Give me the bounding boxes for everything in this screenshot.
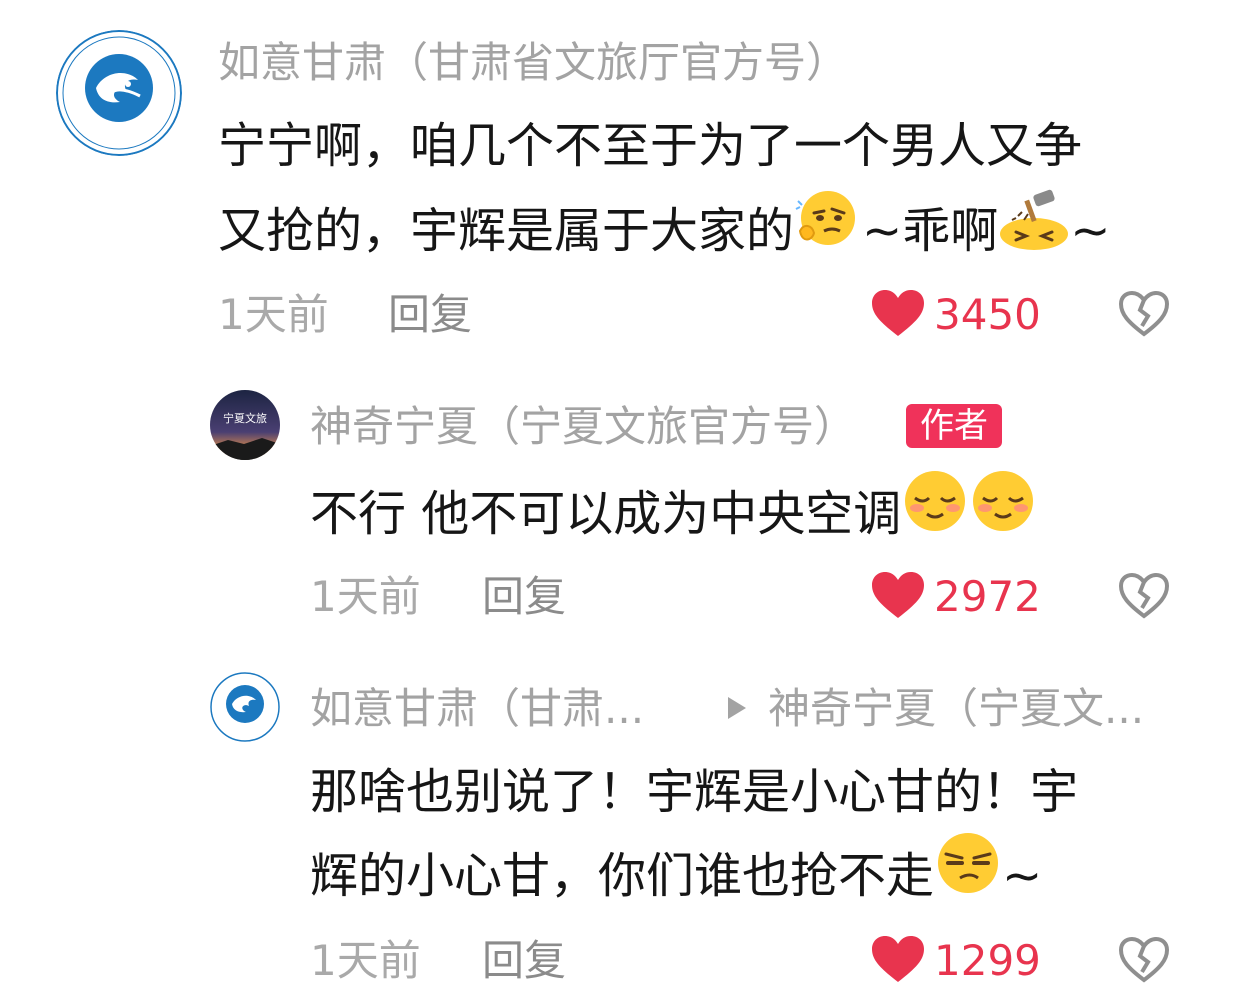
comment-text: 辉的小心甘，你们谁也抢不走 ~	[310, 833, 1043, 924]
comment-text: 宁宁啊，咱几个不至于为了一个男人又争	[218, 106, 1082, 186]
reply-button[interactable]: 回复	[482, 576, 566, 618]
reply-to-author[interactable]: 神奇宁夏（宁夏文...	[768, 688, 1144, 730]
broken-heart-icon[interactable]	[1118, 572, 1170, 624]
like-button[interactable]: 1299	[870, 934, 1041, 988]
avatar-ningxia[interactable]: 宁夏文旅	[210, 390, 280, 460]
comment-time: 1天前	[310, 936, 421, 985]
comment-text-line: 那啥也别说了！宇辉是小心甘的！宇	[310, 764, 1079, 820]
comment-author[interactable]: 如意甘肃（甘肃...	[310, 688, 644, 730]
comment-text-line: 宁宁啊，咱几个不至于为了一个男人又争	[218, 118, 1083, 174]
thinking-emoji	[794, 187, 862, 273]
heart-icon	[870, 288, 926, 342]
like-count: 2972	[934, 572, 1041, 621]
avatar-text: 宁夏文旅	[223, 411, 267, 425]
avatar-gansu[interactable]	[210, 672, 280, 742]
like-button[interactable]: 2972	[870, 570, 1041, 624]
reply-button[interactable]: 回复	[388, 294, 472, 336]
comment-text: 不行 他不可以成为中央空调	[310, 471, 1037, 562]
author-badge: 作者	[906, 404, 1002, 448]
like-count: 1299	[934, 936, 1041, 985]
broken-heart-icon[interactable]	[1118, 290, 1170, 342]
reply-button[interactable]: 回复	[482, 940, 566, 982]
hammer-emoji	[998, 186, 1070, 274]
comment-text-line: 不行 他不可以成为中央空调	[310, 486, 902, 542]
comment-text: 又抢的，宇辉是属于大家的 ~乖啊 ~	[218, 187, 1111, 278]
shy-emoji	[969, 468, 1037, 558]
comment-text-line: ~	[1002, 848, 1043, 904]
like-button[interactable]: 3450	[870, 288, 1041, 342]
heart-icon	[870, 570, 926, 624]
comment-text-line: 又抢的，宇辉是属于大家的	[218, 203, 795, 259]
comment-time: 1天前	[310, 572, 421, 621]
comment-text: 那啥也别说了！宇辉是小心甘的！宇	[310, 752, 1078, 832]
like-count: 3450	[934, 290, 1041, 339]
broken-heart-icon[interactable]	[1118, 936, 1170, 988]
comment-text-line: ~乖啊	[862, 203, 999, 259]
comment-text-line: ~	[1070, 203, 1111, 259]
comment-text-line: 辉的小心甘，你们谁也抢不走	[310, 848, 935, 904]
heart-icon	[870, 934, 926, 988]
avatar-gansu[interactable]	[56, 30, 182, 156]
comment-author[interactable]: 如意甘肃（甘肃省文旅厅官方号）	[218, 42, 848, 84]
comment-time: 1天前	[218, 290, 329, 339]
smug-emoji	[934, 830, 1002, 920]
play-arrow-icon	[724, 694, 750, 726]
shy-emoji	[901, 468, 969, 558]
comment-author[interactable]: 神奇宁夏（宁夏文旅官方号）	[310, 406, 856, 448]
